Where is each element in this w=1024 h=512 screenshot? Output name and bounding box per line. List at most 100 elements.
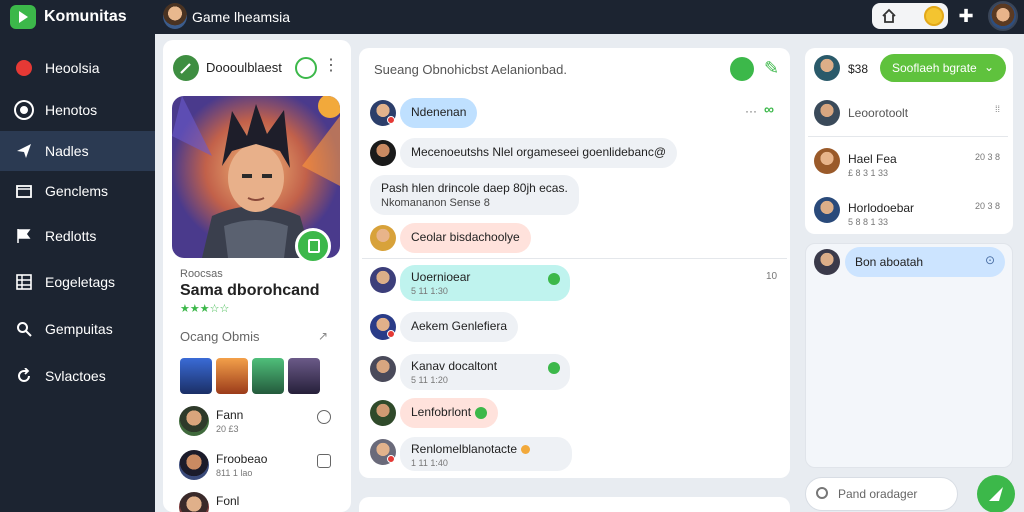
avatar (814, 249, 840, 275)
list-item[interactable]: Hael Fea £ 8 3 1 33 20 3 8 (808, 144, 1008, 188)
link-icon[interactable]: ∞ (764, 101, 774, 117)
divider (362, 258, 787, 259)
pencil-icon[interactable]: ✎ (764, 58, 779, 79)
list-item-sub: 5 8 8 1 33 (848, 217, 889, 227)
sidebar-item-7[interactable]: Svlactoes (0, 356, 155, 396)
gamepad-icon[interactable]: ✚ (956, 6, 976, 26)
grid-icon (16, 274, 32, 290)
send-icon (989, 487, 1003, 501)
top-bar (0, 0, 1024, 34)
more-icon[interactable]: ⁞⁞ (995, 104, 1000, 114)
sidebar-item-label: Svlactoes (45, 368, 106, 384)
sidebar-item-label: Nadles (45, 143, 89, 159)
avatar (370, 400, 396, 426)
chat-header: Sueang Obnohicbst Aelanionbad. (374, 62, 567, 77)
check-icon (548, 273, 560, 285)
friend-item[interactable]: Fonl (171, 488, 341, 512)
message-bubble: Kanav docaltont 5 11 1:20 (400, 354, 570, 390)
edit-button[interactable] (173, 55, 199, 81)
game-thumbnail[interactable] (180, 358, 212, 394)
game-thumbnail[interactable] (216, 358, 248, 394)
avatar[interactable] (814, 55, 840, 81)
more-options-icon[interactable]: ⋮ (323, 55, 339, 75)
message-bubble: Mecenoeutshs Nlel orgameseei goenlideban… (400, 138, 677, 168)
folder-icon (16, 185, 32, 198)
compose-bar[interactable] (359, 497, 790, 512)
chevron-down-icon: ⌄ (983, 60, 994, 74)
divider (808, 136, 1008, 137)
sync-icon[interactable] (295, 57, 317, 79)
status-dot (387, 116, 395, 124)
app-logo-icon[interactable] (10, 5, 36, 29)
people-icon (16, 102, 32, 118)
sidebar-item-label: Genclems (45, 183, 109, 199)
member-count: $38 (848, 62, 869, 76)
message-bubble: Bon aboatah ⊙ (845, 247, 1005, 277)
avatar (814, 148, 840, 174)
avatar (179, 450, 209, 480)
link-icon: ⊙ (984, 253, 995, 267)
avatar (370, 225, 396, 251)
profile-header-name: Doooulblaest (206, 60, 282, 75)
game-title[interactable]: Game lheamsia (192, 9, 290, 25)
friend-name: Fonl (216, 494, 240, 508)
avatar (370, 140, 396, 166)
friend-item[interactable]: Froobeao 811 1 lao (171, 446, 341, 490)
check-icon (548, 362, 560, 374)
list-item-sub: £ 8 3 1 33 (848, 168, 889, 178)
search-icon (816, 487, 828, 499)
message-bubble: Renlomelblanotacte 1 11 1:40 (400, 437, 572, 471)
check-icon (475, 406, 488, 419)
gamepad-icon (16, 60, 32, 76)
friend-name: Froobeao (216, 452, 268, 466)
sidebar-item-label: Eogeletags (45, 274, 116, 290)
app-title: Komunitas (44, 8, 127, 25)
user-avatar[interactable] (988, 1, 1018, 31)
sidebar-item-5[interactable]: Eogeletags (0, 262, 155, 302)
sidebar-item-3[interactable]: Genclems (0, 171, 155, 211)
sidebar-item-label: Gempuitas (45, 321, 113, 337)
status-dot (387, 330, 395, 338)
game-thumbnail[interactable] (288, 358, 320, 394)
sidebar-item-0[interactable]: Heoolsia (0, 48, 155, 88)
rating-stars: ★★★☆☆ (180, 303, 230, 315)
friend-item[interactable]: Fann 20 £3 (171, 402, 341, 446)
list-item-time: 20 3 8 (974, 152, 1000, 162)
sidebar-item-2[interactable]: Nadles (0, 131, 155, 171)
sidebar-item-4[interactable]: Redlotts (0, 216, 155, 256)
message-bubble: Aekem Genlefiera (400, 312, 519, 342)
search-placeholder: Pand oradager (838, 487, 918, 501)
profile-sub-label: Roocsas (180, 268, 223, 280)
more-dots[interactable]: ··· (745, 104, 757, 118)
heart-icon[interactable] (317, 454, 331, 468)
sidebar-item-1[interactable]: Henotos (0, 90, 155, 130)
list-item-time: 20 3 8 (974, 201, 1000, 211)
coin-icon (521, 445, 531, 455)
sidebar-item-6[interactable]: Gempuitas (0, 309, 155, 349)
game-avatar[interactable] (163, 3, 187, 29)
message-bubble: Pash hlen drincole daep 80jh ecas. Nkoman… (370, 175, 579, 215)
avatar (370, 356, 396, 382)
list-item[interactable]: Horlodoebar 5 8 8 1 33 20 3 8 (808, 193, 1008, 237)
time-divider: 10 (766, 271, 778, 282)
gift-icon[interactable] (730, 57, 754, 81)
expand-arrow-icon[interactable]: ↗ (318, 329, 328, 343)
avatar (814, 197, 840, 223)
avatar (370, 267, 396, 293)
send-icon (17, 144, 31, 158)
list-item[interactable]: Leoorotoolt ⁞⁞ (808, 96, 1008, 140)
friend-status: 20 £3 (216, 424, 239, 434)
flag-icon (17, 229, 31, 243)
coin-icon[interactable] (924, 6, 944, 26)
pencil-icon (180, 63, 191, 74)
join-button[interactable]: Sooflaeh bgrate ⌄ (880, 54, 1006, 82)
game-thumbnail[interactable] (252, 358, 284, 394)
home-icon[interactable] (880, 7, 898, 25)
verified-badge-icon (295, 228, 331, 264)
profile-name: Sama dborohcand (180, 282, 320, 299)
send-button[interactable] (977, 475, 1015, 512)
section-title: Ocang Obmis (180, 329, 260, 344)
status-dot (387, 455, 395, 463)
clock-icon[interactable] (317, 410, 331, 424)
refresh-icon (18, 368, 30, 382)
